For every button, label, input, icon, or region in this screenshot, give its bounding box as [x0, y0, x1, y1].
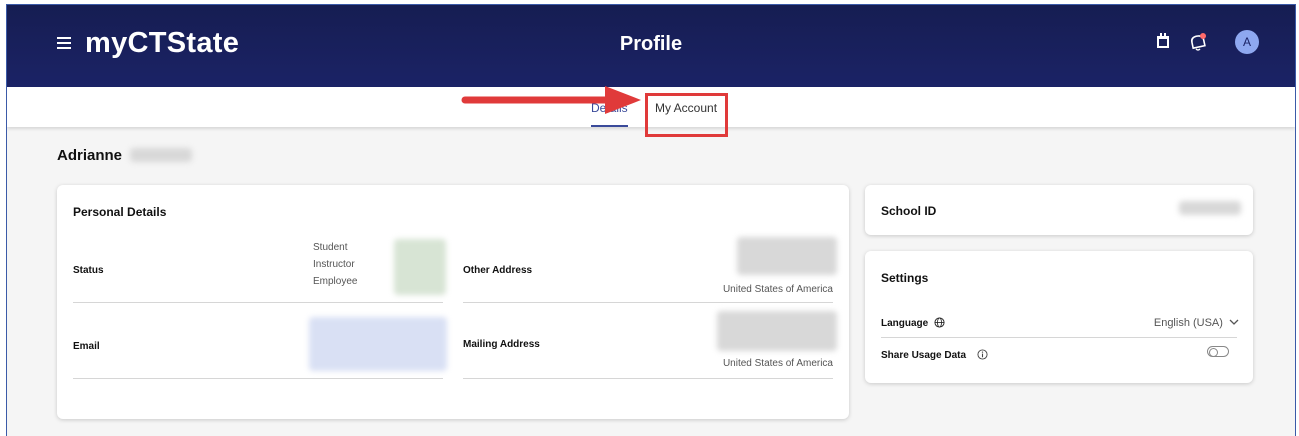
- first-name: Adrianne: [57, 147, 123, 164]
- info-icon[interactable]: [977, 349, 988, 360]
- avatar[interactable]: A: [1235, 30, 1259, 54]
- calendar-icon[interactable]: [1157, 33, 1169, 48]
- status-values: Student Instructor Employee: [313, 239, 357, 290]
- status-label: Status: [73, 265, 104, 276]
- top-header: myCTState Profile A: [7, 5, 1295, 87]
- chevron-down-icon: [1229, 319, 1239, 325]
- settings-title: Settings: [881, 271, 929, 285]
- redacted-other-address: [737, 237, 837, 275]
- highlight-annotation: [645, 93, 728, 137]
- app-window: myCTState Profile A Details My Account A…: [6, 4, 1296, 436]
- school-id-card: School ID: [865, 185, 1253, 235]
- status-divider: [73, 302, 443, 303]
- status-student: Student: [313, 242, 348, 253]
- personal-details-card: Personal Details Status Student Instruct…: [57, 185, 849, 419]
- personal-details-title: Personal Details: [73, 205, 167, 219]
- redacted-status-photo: [394, 239, 446, 295]
- language-select[interactable]: English (USA): [1154, 317, 1239, 329]
- bell-icon[interactable]: [1187, 31, 1209, 53]
- language-label: Language: [881, 317, 945, 329]
- share-usage-text: Share Usage Data: [881, 350, 967, 361]
- email-label: Email: [73, 341, 100, 352]
- mailing-address-country: United States of America: [722, 358, 833, 369]
- mailing-address-label: Mailing Address: [463, 339, 540, 350]
- language-label-text: Language: [881, 318, 929, 329]
- status-instructor: Instructor: [313, 259, 355, 270]
- language-value: English (USA): [1153, 317, 1223, 329]
- language-divider: [881, 337, 1237, 338]
- redacted-school-id: [1179, 201, 1241, 215]
- share-usage-label: Share Usage Data: [881, 349, 988, 361]
- arrow-annotation: [461, 86, 641, 114]
- settings-card: Settings Language English (USA) Share Us…: [865, 251, 1253, 383]
- status-employee: Employee: [313, 276, 358, 287]
- profile-name: Adrianne: [57, 147, 193, 164]
- school-id-title: School ID: [881, 204, 937, 218]
- share-usage-toggle[interactable]: [1207, 346, 1229, 357]
- globe-icon: [934, 317, 945, 328]
- page-title: Profile: [619, 33, 683, 55]
- other-address-country: United States of America: [722, 284, 833, 295]
- redacted-email: [309, 317, 447, 371]
- other-address-divider: [463, 302, 833, 303]
- mailing-address-divider: [463, 378, 833, 379]
- other-address-label: Other Address: [463, 265, 533, 276]
- redacted-last-name: [130, 148, 193, 162]
- redacted-mailing-address: [717, 311, 837, 351]
- email-divider: [73, 378, 443, 379]
